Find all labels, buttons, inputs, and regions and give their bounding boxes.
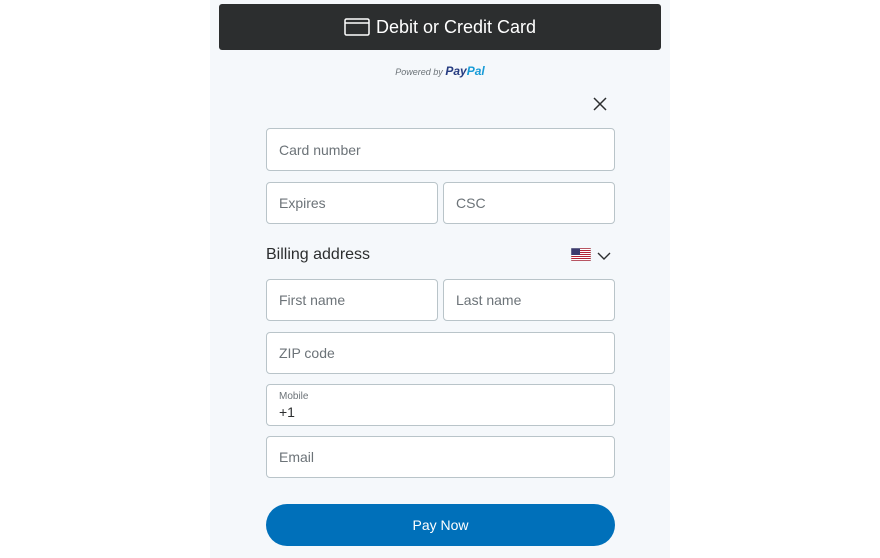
zip-code-field[interactable]: ZIP code [266,332,615,374]
country-selector[interactable] [570,247,611,266]
card-number-placeholder: Card number [279,141,361,158]
email-field[interactable]: Email [266,436,615,478]
pay-now-button[interactable]: Pay Now [266,504,615,546]
mobile-value: +1 [279,404,295,420]
card-number-field[interactable]: Card number [266,128,615,171]
header-title: Debit or Credit Card [375,16,537,37]
last-name-field[interactable]: Last name [443,279,615,321]
billing-address-label: Billing address [266,246,371,263]
close-icon[interactable] [591,95,609,113]
mobile-field[interactable]: Mobile +1 [266,384,615,426]
email-placeholder: Email [279,449,315,465]
us-flag-icon [570,247,592,266]
credit-card-icon [344,18,370,36]
expires-field[interactable]: Expires [266,182,438,224]
zip-code-placeholder: ZIP code [279,345,335,361]
last-name-placeholder: Last name [456,292,522,308]
first-name-field[interactable]: First name [266,279,438,321]
debit-credit-card-header[interactable]: Debit or Credit Card [219,4,661,50]
powered-by-paypal: Powered by PayPal [210,64,670,78]
csc-placeholder: CSC [456,195,486,211]
chevron-down-icon [597,248,611,266]
csc-field[interactable]: CSC [443,182,615,224]
powered-by-text: Powered by [395,67,443,77]
mobile-label: Mobile [279,391,309,402]
expires-placeholder: Expires [279,195,326,211]
first-name-placeholder: First name [279,292,346,308]
paypal-logo: PayPal [445,64,485,78]
